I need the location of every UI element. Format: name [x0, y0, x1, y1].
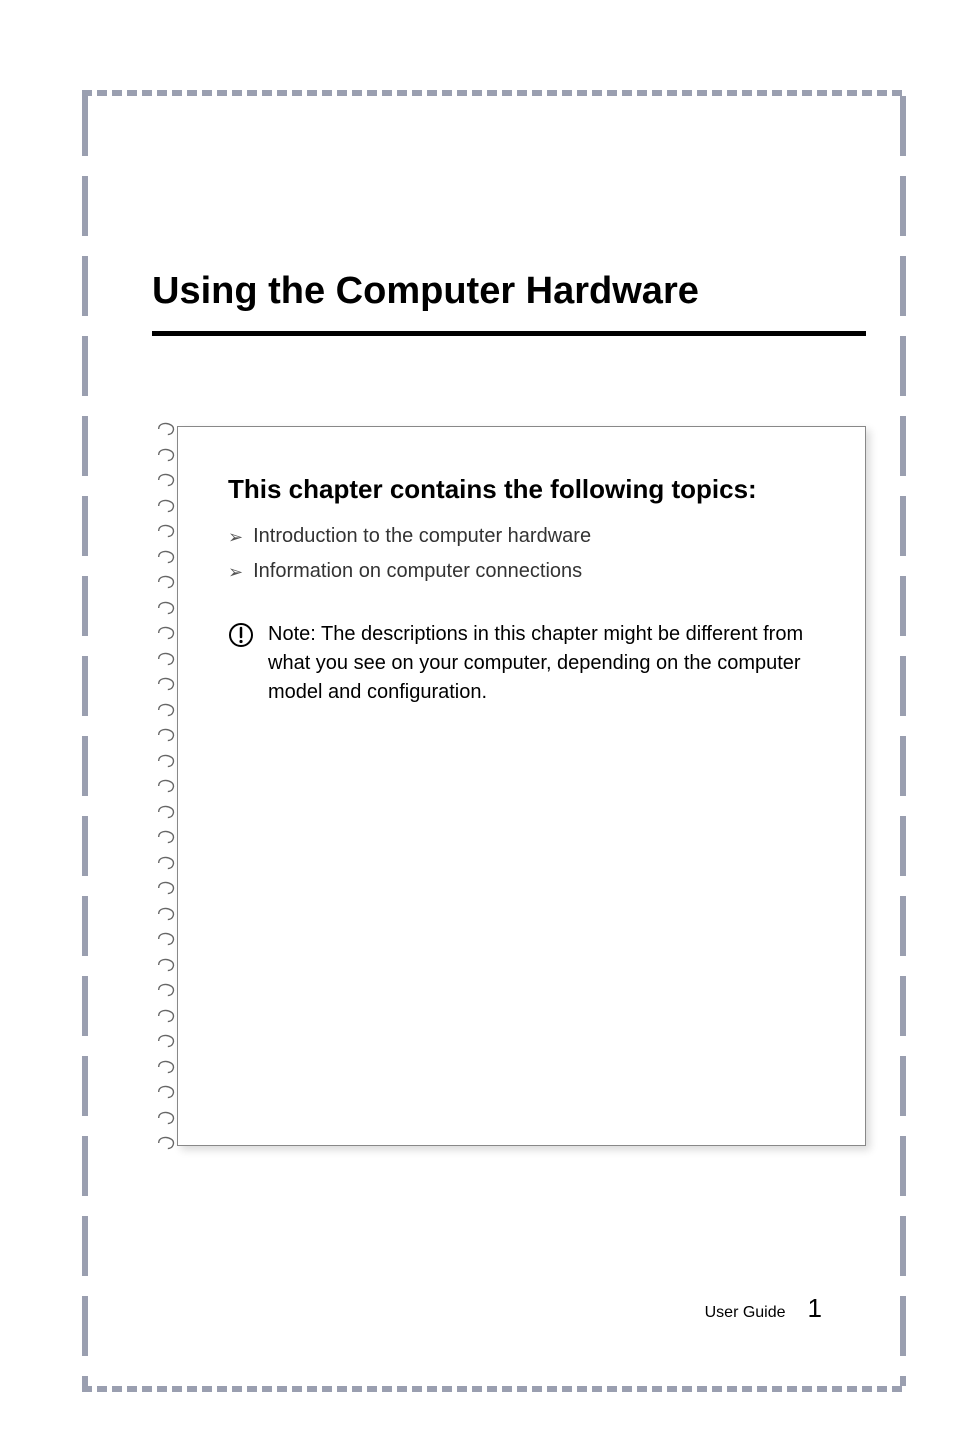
- info-box-wrapper: This chapter contains the following topi…: [177, 426, 866, 1146]
- list-item-text: Introduction to the computer hardware: [253, 525, 591, 548]
- border-bottom-dashed: [82, 1386, 906, 1392]
- bullet-arrow-icon: ➢: [228, 560, 243, 585]
- border-left-segmented: [82, 96, 88, 1386]
- topic-list: ➢ Introduction to the computer hardware …: [228, 525, 825, 585]
- note-label: Note:: [268, 623, 316, 645]
- footer-label: User Guide: [705, 1304, 786, 1322]
- list-item: ➢ Introduction to the computer hardware: [228, 525, 825, 550]
- bullet-arrow-icon: ➢: [228, 525, 243, 550]
- note-text: Note: The descriptions in this chapter m…: [268, 620, 825, 707]
- chapter-title: Using the Computer Hardware: [152, 270, 866, 313]
- page-footer: User Guide 1: [705, 1293, 822, 1324]
- info-box: This chapter contains the following topi…: [177, 426, 866, 1146]
- list-item-text: Information on computer connections: [253, 560, 582, 583]
- list-item: ➢ Information on computer connections: [228, 560, 825, 585]
- note-block: Note: The descriptions in this chapter m…: [228, 620, 825, 707]
- section-heading: This chapter contains the following topi…: [228, 472, 825, 507]
- page-content: Using the Computer Hardware: [122, 130, 866, 1352]
- title-underline: [152, 331, 866, 336]
- page-number: 1: [808, 1293, 822, 1324]
- attention-icon: [228, 622, 254, 648]
- border-right-segmented: [900, 96, 906, 1386]
- page-frame: Using the Computer Hardware: [82, 90, 906, 1392]
- border-top-dashed: [82, 90, 906, 96]
- note-body: The descriptions in this chapter might b…: [268, 623, 803, 703]
- spiral-binding-icon: [155, 418, 185, 1154]
